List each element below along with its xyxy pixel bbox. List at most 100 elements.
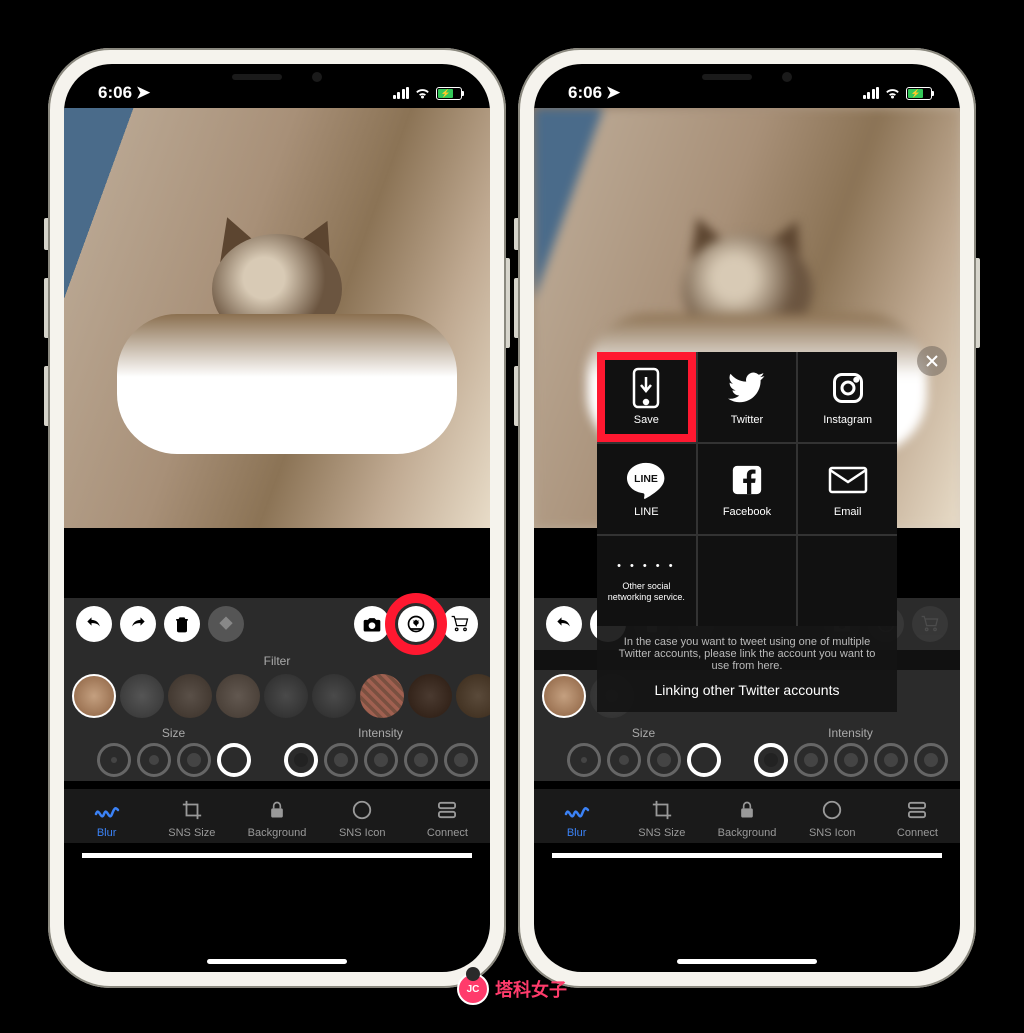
- size-controls[interactable]: [567, 743, 721, 777]
- intensity-option[interactable]: [444, 743, 478, 777]
- tab-connect[interactable]: Connect: [875, 797, 960, 839]
- size-option[interactable]: [607, 743, 641, 777]
- filter-swatch[interactable]: [360, 674, 404, 718]
- size-option[interactable]: [647, 743, 681, 777]
- download-button[interactable]: [398, 606, 434, 642]
- location-icon: ➤: [136, 83, 150, 103]
- location-icon: ➤: [606, 83, 620, 103]
- tab-background[interactable]: Background: [704, 797, 789, 839]
- tab-blur[interactable]: Blur: [64, 797, 149, 839]
- filter-swatch[interactable]: [72, 674, 116, 718]
- size-option[interactable]: [97, 743, 131, 777]
- filter-swatch[interactable]: [120, 674, 164, 718]
- intensity-controls[interactable]: [754, 743, 948, 777]
- home-indicator[interactable]: [677, 959, 817, 964]
- bottom-tabs: Blur SNS Size Background SNS Icon Connec…: [534, 789, 960, 843]
- home-indicator[interactable]: [207, 959, 347, 964]
- share-twitter[interactable]: Twitter: [698, 352, 797, 442]
- circle-icon: [819, 797, 845, 823]
- share-sheet: Save Twitter Instagram: [597, 352, 897, 712]
- action-row: [64, 598, 490, 650]
- intensity-option[interactable]: [404, 743, 438, 777]
- filter-swatch[interactable]: [542, 674, 586, 718]
- size-controls[interactable]: [97, 743, 251, 777]
- shape-button[interactable]: [208, 606, 244, 642]
- intensity-option[interactable]: [754, 743, 788, 777]
- size-option[interactable]: [217, 743, 251, 777]
- filter-swatch[interactable]: [312, 674, 356, 718]
- filter-swatch[interactable]: [264, 674, 308, 718]
- share-instagram[interactable]: Instagram: [798, 352, 897, 442]
- blur-icon: [564, 797, 590, 823]
- dots-icon: • • • • •: [617, 560, 675, 573]
- tab-blur[interactable]: Blur: [534, 797, 619, 839]
- progress-bar: [552, 853, 942, 858]
- filter-swatch[interactable]: [408, 674, 452, 718]
- phone-right: 6:06 ➤ ⚡: [518, 48, 976, 988]
- share-facebook[interactable]: Facebook: [698, 444, 797, 534]
- trash-button[interactable]: [164, 606, 200, 642]
- link-twitter-button[interactable]: Linking other Twitter accounts: [611, 682, 883, 698]
- watermark-badge-icon: JC: [457, 973, 489, 1005]
- filter-row[interactable]: [64, 670, 490, 722]
- photo-canvas[interactable]: [64, 108, 490, 528]
- tab-sns-size[interactable]: SNS Size: [149, 797, 234, 839]
- cart-button[interactable]: [912, 606, 948, 642]
- battery-icon: ⚡: [436, 87, 462, 100]
- share-line[interactable]: LINE LINE: [597, 444, 696, 534]
- undo-button[interactable]: [76, 606, 112, 642]
- connect-icon: [904, 797, 930, 823]
- filter-swatch[interactable]: [216, 674, 260, 718]
- facebook-icon: [727, 460, 767, 500]
- connect-icon: [434, 797, 460, 823]
- close-button[interactable]: [917, 346, 947, 376]
- filter-swatch[interactable]: [456, 674, 490, 718]
- battery-icon: ⚡: [906, 87, 932, 100]
- size-option[interactable]: [567, 743, 601, 777]
- intensity-option[interactable]: [364, 743, 398, 777]
- intensity-option[interactable]: [324, 743, 358, 777]
- size-option[interactable]: [137, 743, 171, 777]
- phone-left: 6:06 ➤ ⚡: [48, 48, 506, 988]
- signal-icon: [863, 87, 880, 99]
- size-label: Size: [632, 726, 655, 740]
- filter-swatch[interactable]: [168, 674, 212, 718]
- intensity-option[interactable]: [794, 743, 828, 777]
- intensity-controls[interactable]: [284, 743, 478, 777]
- wifi-icon: [414, 87, 431, 100]
- intensity-option[interactable]: [284, 743, 318, 777]
- intensity-option[interactable]: [834, 743, 868, 777]
- intensity-option[interactable]: [914, 743, 948, 777]
- watermark-text: 塔科女子: [495, 976, 567, 1002]
- status-time: 6:06: [568, 83, 602, 103]
- tab-connect[interactable]: Connect: [405, 797, 490, 839]
- undo-button[interactable]: [546, 606, 582, 642]
- bottom-tabs: Blur SNS Size Background SNS Icon Connec…: [64, 789, 490, 843]
- instagram-icon: [828, 368, 868, 408]
- crop-icon: [649, 797, 675, 823]
- camera-button[interactable]: [354, 606, 390, 642]
- filter-label: Filter: [64, 650, 490, 670]
- cart-button[interactable]: [442, 606, 478, 642]
- blur-icon: [94, 797, 120, 823]
- status-time: 6:06: [98, 83, 132, 103]
- line-icon: LINE: [626, 460, 666, 500]
- tab-sns-icon[interactable]: SNS Icon: [790, 797, 875, 839]
- progress-bar: [82, 853, 472, 858]
- share-email[interactable]: Email: [798, 444, 897, 534]
- size-option[interactable]: [177, 743, 211, 777]
- share-other-sns[interactable]: • • • • • Other social networking servic…: [597, 536, 696, 626]
- size-option[interactable]: [687, 743, 721, 777]
- intensity-label: Intensity: [358, 726, 403, 740]
- intensity-option[interactable]: [874, 743, 908, 777]
- redo-button[interactable]: [120, 606, 156, 642]
- signal-icon: [393, 87, 410, 99]
- watermark: JC 塔科女子: [457, 973, 567, 1005]
- tab-sns-icon[interactable]: SNS Icon: [320, 797, 405, 839]
- tab-sns-size[interactable]: SNS Size: [619, 797, 704, 839]
- email-icon: [828, 460, 868, 500]
- tab-background[interactable]: Background: [234, 797, 319, 839]
- share-save[interactable]: Save: [597, 352, 696, 442]
- lock-icon: [264, 797, 290, 823]
- share-empty: [798, 536, 897, 626]
